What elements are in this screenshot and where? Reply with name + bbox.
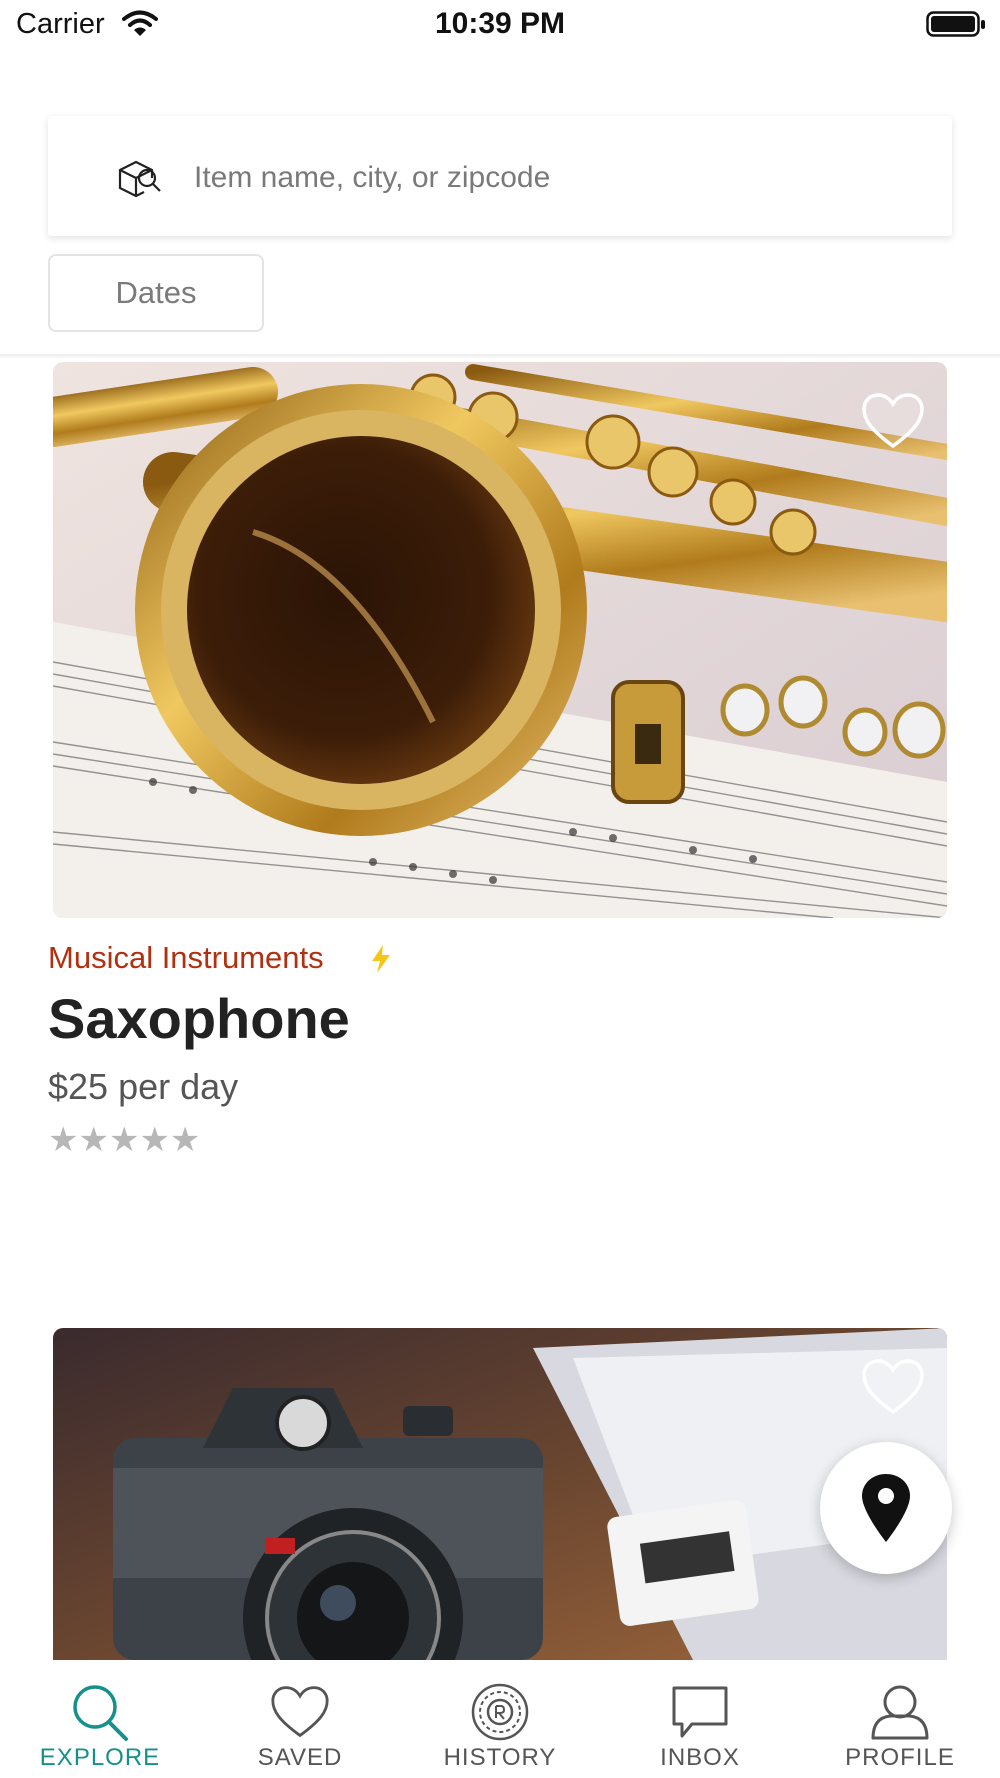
listing-image-saxophone[interactable] — [53, 362, 947, 918]
battery-icon — [926, 11, 985, 37]
tab-label: SAVED — [257, 1744, 343, 1771]
header-divider — [0, 354, 1000, 358]
tab-inbox[interactable]: INBOX — [600, 1660, 800, 1778]
status-bar: Carrier 10:39 PM — [0, 0, 1000, 50]
tab-saved[interactable]: SAVED — [200, 1660, 400, 1778]
tab-bar: EXPLORE SAVED HISTORY INBOX PROFILE — [0, 1660, 1000, 1778]
person-icon — [871, 1685, 929, 1740]
listing-image-camera[interactable] — [53, 1328, 947, 1660]
search-input[interactable] — [192, 152, 896, 204]
tab-history[interactable]: HISTORY — [400, 1660, 600, 1778]
search-icon — [73, 1685, 128, 1741]
listing-category: Musical Instruments — [48, 940, 324, 975]
favorite-heart-icon[interactable] — [861, 392, 925, 450]
search-bar[interactable] — [48, 116, 952, 236]
tab-explore[interactable]: EXPLORE — [0, 1660, 200, 1778]
lightning-bolt-icon — [372, 945, 390, 973]
map-pin-icon — [862, 1474, 910, 1542]
tab-label: HISTORY — [443, 1744, 557, 1771]
tab-label: INBOX — [660, 1744, 740, 1771]
tab-profile[interactable]: PROFILE — [800, 1660, 1000, 1778]
listing-title[interactable]: Saxophone — [48, 986, 350, 1051]
status-time: 10:39 PM — [434, 7, 566, 40]
history-badge-icon — [471, 1683, 529, 1741]
box-search-icon — [118, 160, 161, 198]
heart-icon — [271, 1686, 329, 1738]
saxophone-photo — [53, 362, 947, 918]
listing-price: $25 per day — [48, 1066, 239, 1107]
star-rating: ★★★★★ — [48, 1121, 201, 1159]
camera-photo — [53, 1328, 947, 1660]
dates-filter-button[interactable]: Dates — [48, 254, 264, 332]
map-view-button[interactable] — [820, 1442, 952, 1574]
chat-bubble-icon — [672, 1686, 728, 1738]
tab-label: PROFILE — [845, 1744, 955, 1771]
tab-label: EXPLORE — [39, 1744, 161, 1771]
favorite-heart-icon[interactable] — [861, 1358, 925, 1416]
